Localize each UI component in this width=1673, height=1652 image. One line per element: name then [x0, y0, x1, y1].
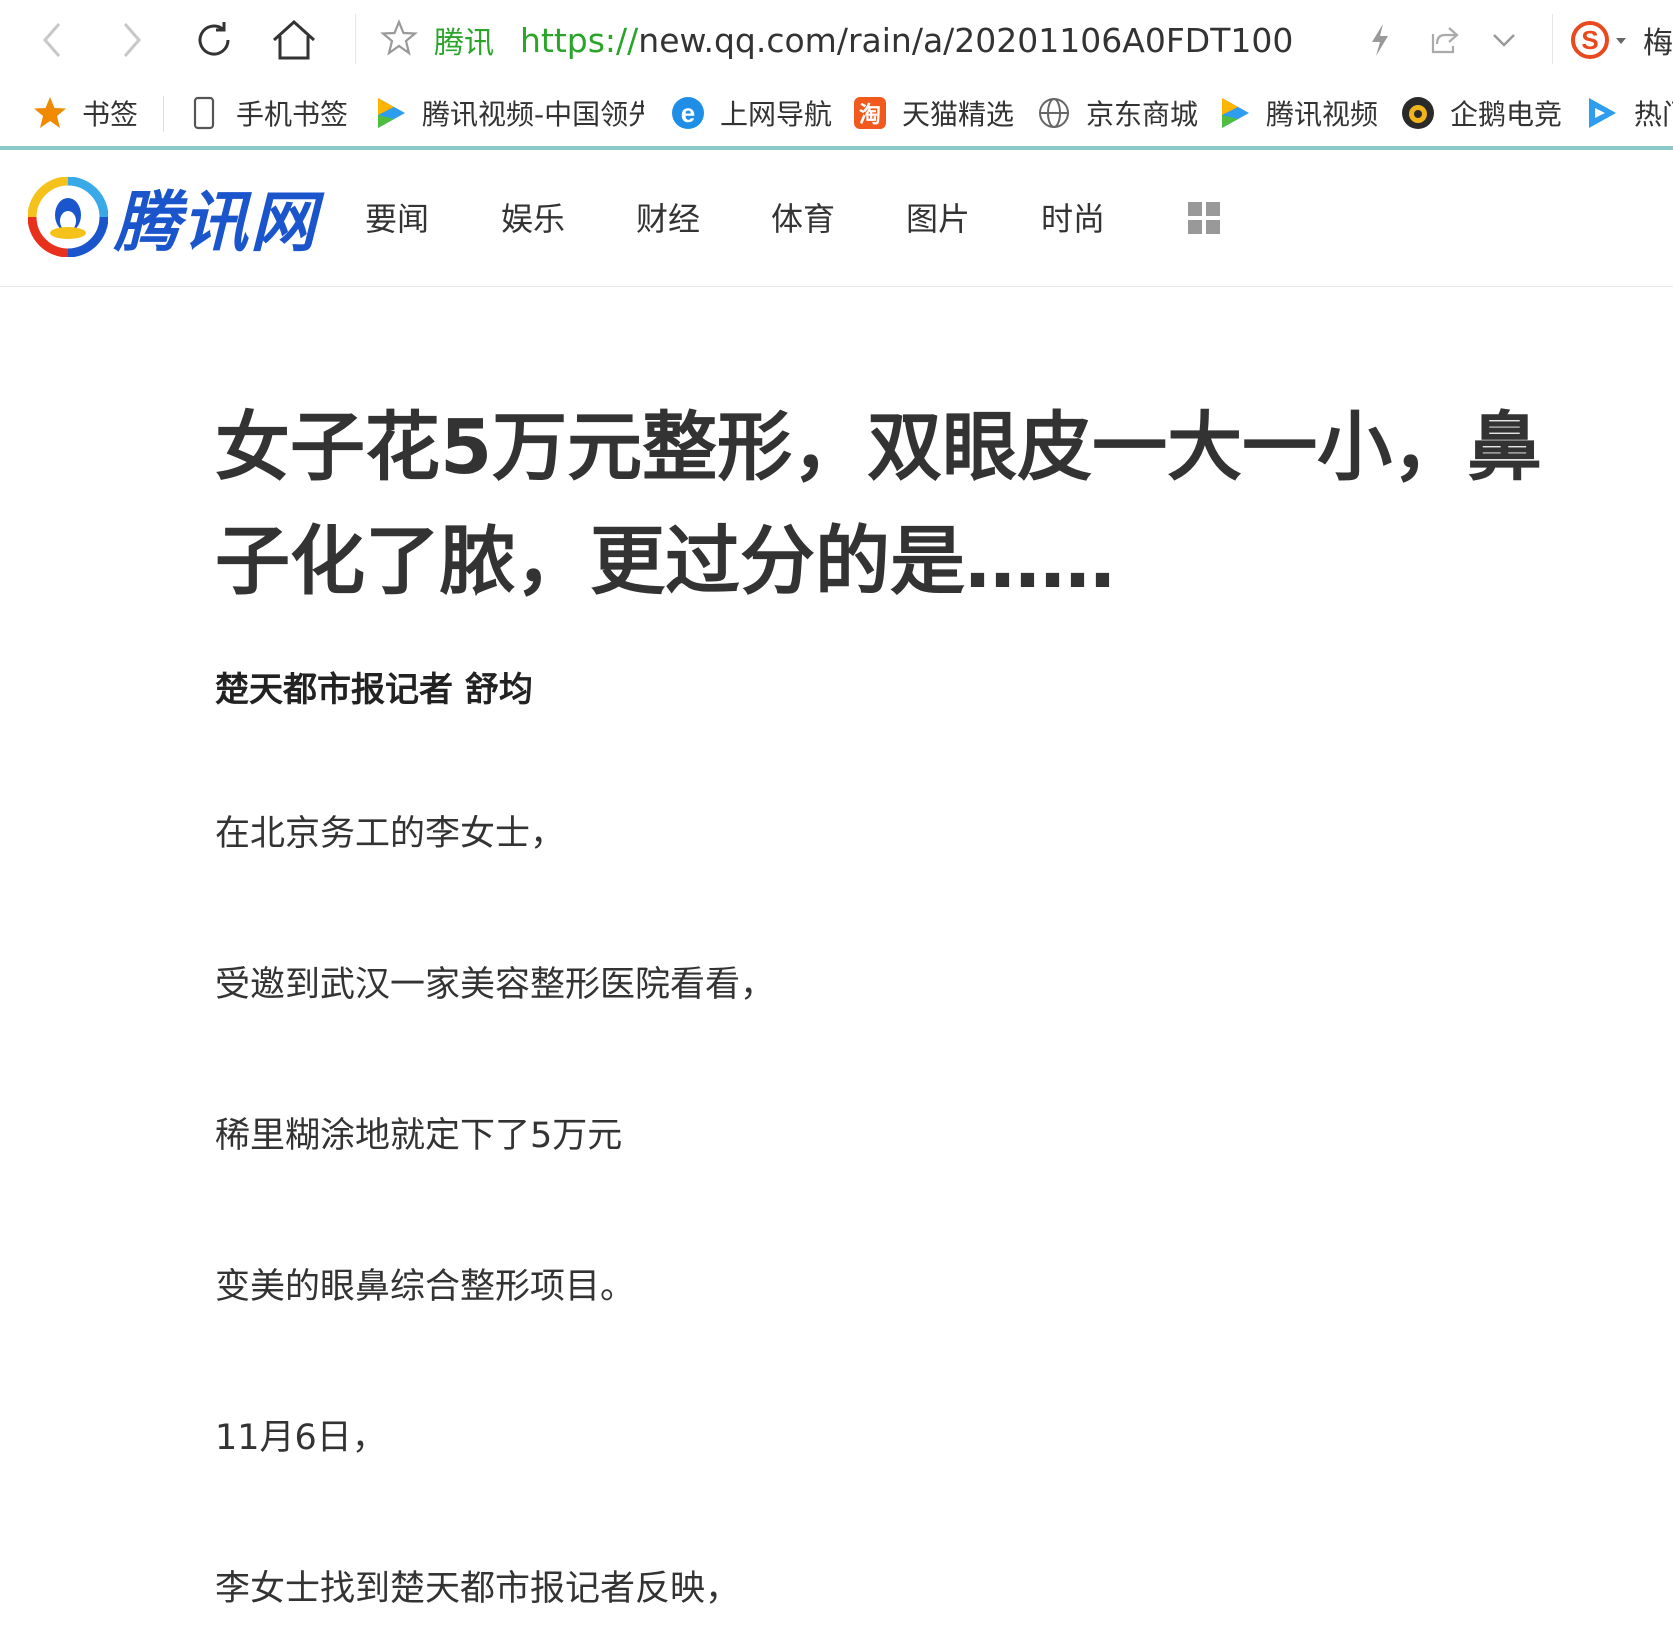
- site-header: 腾讯网 要闻 娱乐 财经 体育 图片 时尚: [0, 150, 1673, 287]
- star-icon: [32, 95, 68, 131]
- bookmark-label: 手机书签: [236, 98, 349, 131]
- reload-icon: [198, 22, 230, 56]
- profile-label[interactable]: 梅: [1643, 18, 1673, 62]
- more-menu-icon[interactable]: [1188, 202, 1220, 234]
- site-identity: 腾讯: [434, 26, 494, 61]
- address-bar[interactable]: 腾讯 https:// new.qq.com/rain/a/20201106A0…: [380, 10, 1340, 70]
- svg-text:S: S: [1581, 25, 1598, 55]
- home-button[interactable]: [266, 12, 322, 68]
- chevron-right-icon: [123, 23, 141, 57]
- article-byline: 楚天都市报记者 舒均: [215, 670, 533, 710]
- tencent-logo-icon: [28, 177, 108, 257]
- bookmark-item-tencent-video-cn[interactable]: 腾讯视频-中国领先: [372, 80, 644, 146]
- article-paragraph: 变美的眼鼻综合整形项目。: [215, 1267, 636, 1307]
- ie-icon: e: [670, 95, 706, 131]
- svg-text:淘: 淘: [859, 102, 881, 128]
- nav-item-entertainment[interactable]: 娱乐: [501, 194, 565, 240]
- nav-item-finance[interactable]: 财经: [636, 194, 700, 240]
- bookmark-item-penguin-esports[interactable]: 企鹅电竞: [1400, 80, 1562, 146]
- nav-item-fashion[interactable]: 时尚: [1041, 194, 1105, 240]
- dropdown-button[interactable]: [1476, 12, 1532, 68]
- share-button[interactable]: [1416, 12, 1472, 68]
- home-icon: [272, 19, 316, 60]
- taobao-icon: 淘: [852, 95, 888, 131]
- article-paragraph: 稀里糊涂地就定下了5万元: [215, 1116, 623, 1156]
- url-scheme: https://: [520, 20, 639, 60]
- sogou-input-button[interactable]: S: [1566, 12, 1636, 68]
- article-paragraph: 11月6日，: [215, 1418, 387, 1458]
- bookmark-label: 腾讯视频-中国领先: [422, 98, 644, 131]
- bookmark-label: 京东商城: [1086, 98, 1199, 131]
- bookmark-label: 书签: [82, 98, 139, 131]
- sogou-icon: S: [1571, 21, 1626, 59]
- site-logo[interactable]: 腾讯网: [28, 172, 318, 262]
- nav-item-photos[interactable]: 图片: [906, 194, 970, 240]
- article: 女子花5万元整形，双眼皮一大一小，鼻子化了脓，更过分的是…… 楚天都市报记者 舒…: [215, 390, 1575, 711]
- bookmark-label: 腾讯视频: [1266, 98, 1379, 131]
- browser-toolbar: 腾讯 https:// new.qq.com/rain/a/20201106A0…: [0, 0, 1673, 81]
- toolbar-divider: [1552, 14, 1553, 64]
- penguin-esports-icon: [1400, 95, 1436, 131]
- lightning-icon: [1372, 24, 1388, 56]
- bookmark-item-mobile[interactable]: 手机书签: [186, 80, 348, 146]
- bookmark-label: 上网导航: [720, 98, 833, 131]
- bookmark-item-bookmarks[interactable]: 书签: [32, 80, 138, 146]
- bookmark-star-icon[interactable]: [380, 19, 418, 61]
- tencent-video-icon: [1216, 95, 1252, 131]
- article-paragraph: 受邀到武汉一家美容整形医院看看，: [215, 965, 776, 1005]
- forward-button[interactable]: [104, 12, 160, 68]
- bookmarks-divider: [163, 96, 164, 132]
- bookmark-item-hot[interactable]: 热门: [1584, 80, 1673, 146]
- bookmark-item-tencent-video[interactable]: 腾讯视频: [1216, 80, 1378, 146]
- tencent-video-icon: [372, 95, 408, 131]
- phone-icon: [186, 95, 222, 131]
- article-paragraph: 在北京务工的李女士，: [215, 814, 566, 854]
- back-button[interactable]: [24, 12, 80, 68]
- bookmark-item-tmall[interactable]: 淘 天猫精选: [852, 80, 1014, 146]
- globe-icon: [1036, 95, 1072, 131]
- share-icon: [1431, 27, 1459, 54]
- play-icon: [1584, 95, 1620, 131]
- speed-mode-button[interactable]: [1352, 12, 1408, 68]
- chevron-down-icon: [1493, 34, 1515, 47]
- bookmarks-bar: 书签 手机书签 腾讯视频-中国领先 e 上网导航 淘 天猫精选 京东商城 腾讯视…: [0, 80, 1673, 150]
- chevron-left-icon: [43, 23, 61, 57]
- article-title: 女子花5万元整形，双眼皮一大一小，鼻子化了脓，更过分的是……: [215, 403, 1543, 605]
- bookmark-item-jd[interactable]: 京东商城: [1036, 80, 1198, 146]
- bookmark-label: 企鹅电竞: [1450, 98, 1563, 131]
- bookmark-label: 热门: [1634, 98, 1673, 131]
- bookmark-item-navigation[interactable]: e 上网导航: [670, 80, 832, 146]
- reload-button[interactable]: [186, 12, 242, 68]
- article-paragraph: 李女士找到楚天都市报记者反映，: [215, 1569, 741, 1609]
- toolbar-divider: [355, 14, 356, 64]
- nav-item-news[interactable]: 要闻: [365, 194, 429, 240]
- nav-item-sports[interactable]: 体育: [771, 194, 835, 240]
- svg-text:e: e: [681, 98, 695, 128]
- url-text: new.qq.com/rain/a/20201106A0FDT100: [638, 20, 1294, 60]
- logo-text: 腾讯网: [114, 184, 318, 261]
- bookmark-label: 天猫精选: [902, 98, 1015, 131]
